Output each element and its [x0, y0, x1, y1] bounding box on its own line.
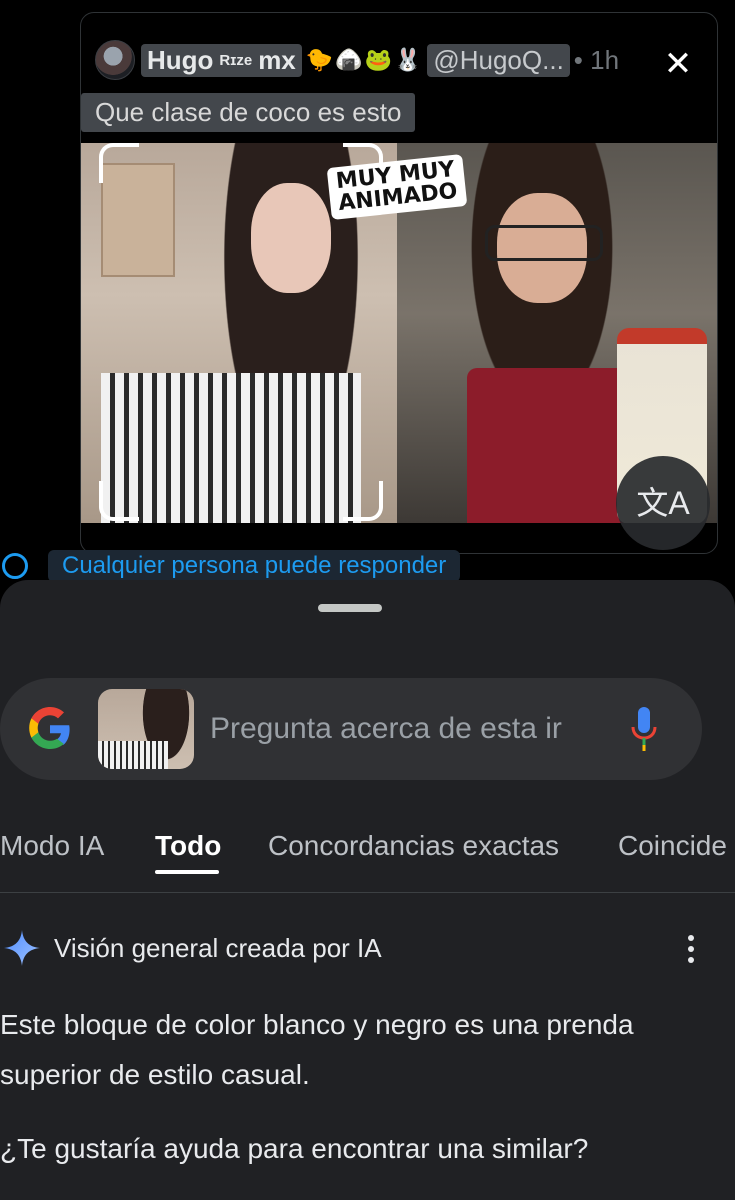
- divider: [0, 892, 735, 893]
- frame-corner-bottom-left[interactable]: [99, 481, 139, 521]
- subject-glasses: [485, 225, 603, 261]
- mic-icon[interactable]: [628, 705, 660, 753]
- tweet-header: Hugo Rɪze mx 🐤🍙🐸🐰 @HugoQ... • 1h: [95, 40, 620, 80]
- tweet-media[interactable]: MUY MUY ANIMADO: [81, 143, 717, 523]
- red-top: [467, 368, 637, 523]
- lens-bottom-sheet: Pregunta acerca de esta ir Modo IA Todo …: [0, 580, 735, 1200]
- search-input[interactable]: Pregunta acerca de esta ir: [210, 712, 590, 746]
- ai-overview-header: Visión general creada por IA: [0, 928, 735, 968]
- ai-sparkle-icon: [4, 930, 40, 966]
- lens-search-bar[interactable]: Pregunta acerca de esta ir: [0, 678, 702, 780]
- name-emojis: 🐤🍙🐸🐰: [305, 47, 424, 72]
- display-name-sup: Rɪze: [219, 51, 253, 69]
- frame-corner-top-left[interactable]: [99, 143, 139, 183]
- result-tabs: Modo IA Todo Concordancias exactas Coinc…: [0, 820, 735, 880]
- close-icon[interactable]: ✕: [663, 47, 693, 81]
- tab-coincidencias[interactable]: Coincide: [618, 820, 727, 880]
- more-options-icon[interactable]: [687, 934, 695, 964]
- avatar[interactable]: [95, 40, 135, 80]
- drag-handle[interactable]: [318, 604, 382, 612]
- display-name-tail: mx: [258, 44, 296, 75]
- translate-icon[interactable]: 文A: [616, 456, 710, 550]
- display-name-text: Hugo: [147, 44, 214, 75]
- tweet-text: Que clase de coco es esto: [81, 93, 416, 132]
- selected-image-thumbnail[interactable]: [98, 689, 194, 769]
- timestamp: • 1h: [573, 44, 620, 75]
- active-tab-indicator: [155, 870, 219, 874]
- display-name[interactable]: Hugo Rɪze mx: [141, 43, 302, 77]
- user-handle[interactable]: @HugoQ...: [427, 43, 570, 77]
- frame-corner-bottom-right[interactable]: [343, 481, 383, 521]
- globe-icon: [2, 553, 28, 579]
- thumbnail-shirt: [98, 741, 168, 769]
- tab-modo-ia[interactable]: Modo IA: [0, 820, 155, 880]
- reply-settings: Cualquier persona puede responder: [0, 550, 461, 582]
- google-logo-icon[interactable]: [26, 705, 74, 753]
- ai-paragraph-1: Este bloque de color blanco y negro es u…: [0, 1009, 634, 1090]
- ai-overview-body: Este bloque de color blanco y negro es u…: [0, 1000, 720, 1198]
- ai-overview-title: Visión general creada por IA: [54, 932, 382, 963]
- tweet-card: Hugo Rɪze mx 🐤🍙🐸🐰 @HugoQ... • 1h ✕ Que c…: [80, 12, 718, 554]
- tab-concordancias-exactas[interactable]: Concordancias exactas: [268, 820, 618, 880]
- reply-permission-label[interactable]: Cualquier persona puede responder: [48, 550, 461, 582]
- ai-paragraph-2: ¿Te gustaría ayuda para encontrar una si…: [0, 1133, 589, 1164]
